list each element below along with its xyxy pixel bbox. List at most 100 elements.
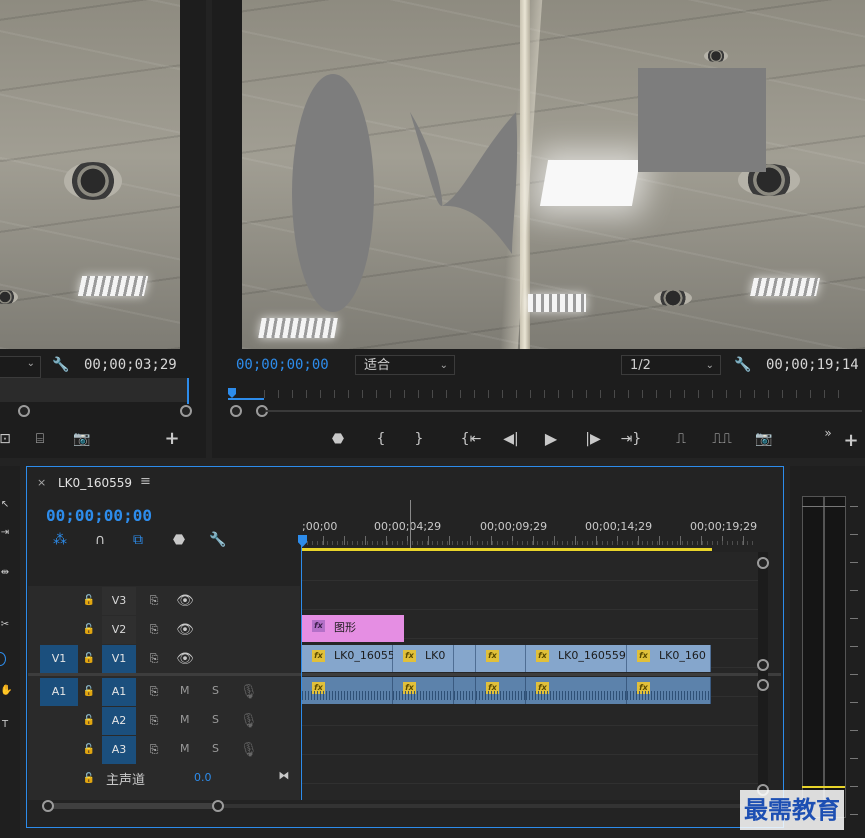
track-v2-label[interactable]: V2 [102,616,136,644]
eye-icon[interactable]: 👁 [176,621,194,639]
bowtie-shape[interactable] [408,108,520,256]
step-back-icon[interactable]: ◀| [500,430,522,448]
lock-icon[interactable]: 🔓 [82,592,96,610]
track-a2-label[interactable]: A2 [102,707,136,735]
source-patch-v1[interactable]: V1 [40,645,78,673]
fit-dropdown[interactable]: 适合 ⌄ [355,355,455,375]
hamburger-menu-icon[interactable]: ≡ [140,474,151,489]
voice-over-toggle-icon[interactable]: ⎘ [146,741,162,759]
zoom-handle-left[interactable] [230,405,242,417]
hand-tool-icon[interactable]: ✋ [0,682,12,700]
solo-button[interactable]: S [212,684,219,697]
scroll-handle[interactable] [757,557,769,569]
mark-in-icon[interactable]: { [372,430,390,448]
graphic-clip[interactable]: fx 图形 [302,615,404,642]
extract-icon[interactable]: ⎍⎍ [710,430,734,448]
eye-icon[interactable]: 👁 [176,650,194,668]
lift-icon[interactable]: ⎍ [670,430,692,448]
go-to-in-icon[interactable]: {⇤ [460,430,482,448]
camera-icon[interactable]: 📷 [72,430,92,448]
track-v3-label[interactable]: V3 [102,587,136,615]
mute-button[interactable]: M [180,742,190,755]
camera-icon[interactable]: 📷 [753,430,775,448]
overwrite-icon[interactable]: ⊡ [0,430,14,448]
lock-icon[interactable]: 🔓 [82,650,96,668]
source-monitor-video-frame[interactable] [0,0,180,349]
audio-clip[interactable]: fx [393,677,454,704]
zoom-handle-left[interactable] [18,405,30,417]
vertical-scrollbar[interactable] [758,552,768,802]
microphone-icon[interactable]: 🎙 [240,683,258,701]
audio-clip[interactable] [454,677,476,704]
track-v1-label[interactable]: V1 [102,645,136,673]
solo-button[interactable]: S [212,713,219,726]
selection-tool-icon[interactable]: ↖ [0,496,10,514]
zoom-handle-right[interactable] [180,405,192,417]
voice-over-toggle-icon[interactable]: ⎘ [146,712,162,730]
play-icon[interactable]: ▶ [540,430,562,448]
snap-magnet-icon[interactable]: ∩ [90,531,110,549]
work-area-bar[interactable] [302,548,712,551]
track-a1-label[interactable]: A1 [102,678,136,706]
scroll-handle[interactable] [42,800,54,812]
master-volume-value[interactable]: 0.0 [194,771,212,784]
microphone-icon[interactable]: 🎙 [240,712,258,730]
ellipse-shape[interactable] [292,74,374,312]
add-marker-icon[interactable]: ⬣ [170,531,188,549]
source-dropdown[interactable]: ⌄ [0,356,41,378]
film-toggle-icon[interactable]: ⎘ [146,592,162,610]
source-mini-timeline[interactable] [0,378,188,402]
step-forward-icon[interactable]: |▶ [582,430,604,448]
track-select-tool-icon[interactable]: ⇥ [0,524,10,542]
video-clip[interactable]: fx LK0_16055 [302,645,395,672]
lock-icon[interactable]: 🔓 [82,683,96,701]
nest-toggle-icon[interactable]: ⁂ [50,531,70,549]
type-tool-icon[interactable]: T [0,716,10,734]
eye-icon[interactable]: 👁 [176,592,194,610]
timeline-playhead-line[interactable] [301,545,302,800]
track-a3-label[interactable]: A3 [102,736,136,764]
program-zoom-bar[interactable] [266,410,862,412]
film-toggle-icon[interactable]: ⎘ [146,650,162,668]
mute-button[interactable]: M [180,684,190,697]
scroll-handle[interactable] [757,659,769,671]
more-controls-icon[interactable]: » [820,424,836,442]
audio-clip[interactable]: fx [526,677,627,704]
audio-clip[interactable]: fx [302,677,393,704]
video-clip[interactable]: fx [476,645,526,672]
mark-out-icon[interactable]: } [410,430,428,448]
sequence-tab[interactable]: LK0_160559 [58,476,132,490]
wrench-icon[interactable]: 🔧 [734,356,752,374]
solo-button[interactable]: S [212,742,219,755]
lock-icon[interactable]: 🔓 [82,712,96,730]
linked-selection-icon[interactable]: ⧉ [128,531,148,549]
go-to-end-icon[interactable]: ⧓ [276,767,292,785]
ripple-tool-icon[interactable]: ⇹ [0,564,10,582]
close-tab-icon[interactable]: × [37,476,46,489]
video-clip[interactable]: fx LK0_160 [627,645,711,672]
rectangle-shape[interactable] [638,68,766,172]
mute-button[interactable]: M [180,713,190,726]
film-toggle-icon[interactable]: ⎘ [146,621,162,639]
source-patch-a1[interactable]: A1 [40,678,78,706]
video-clip[interactable]: fx LK0 [393,645,454,672]
lock-icon[interactable]: 🔓 [82,770,96,788]
pen-tool-icon[interactable] [0,652,6,666]
program-playhead-timecode[interactable]: 00;00;00;00 [236,357,329,373]
program-mini-timeline[interactable] [228,380,852,402]
horizontal-scroll-thumb[interactable] [48,803,218,809]
timeline-playhead-timecode[interactable]: 00;00;00;00 [46,506,152,525]
video-clip[interactable] [454,645,476,672]
program-playhead-marker[interactable] [228,388,236,398]
audio-clip[interactable]: fx [627,677,711,704]
scroll-handle[interactable] [757,679,769,691]
razor-tool-icon[interactable]: ✂ [0,616,10,634]
microphone-icon[interactable]: 🎙 [240,741,258,759]
go-to-out-icon[interactable]: ⇥} [620,430,642,448]
voice-over-toggle-icon[interactable]: ⎘ [146,683,162,701]
export-frame-icon[interactable]: ⌸ [30,430,50,448]
program-monitor-video-frame[interactable] [242,0,865,349]
lock-icon[interactable]: 🔓 [82,621,96,639]
video-clip[interactable]: fx LK0_160559. [526,645,629,672]
scroll-handle[interactable] [212,800,224,812]
